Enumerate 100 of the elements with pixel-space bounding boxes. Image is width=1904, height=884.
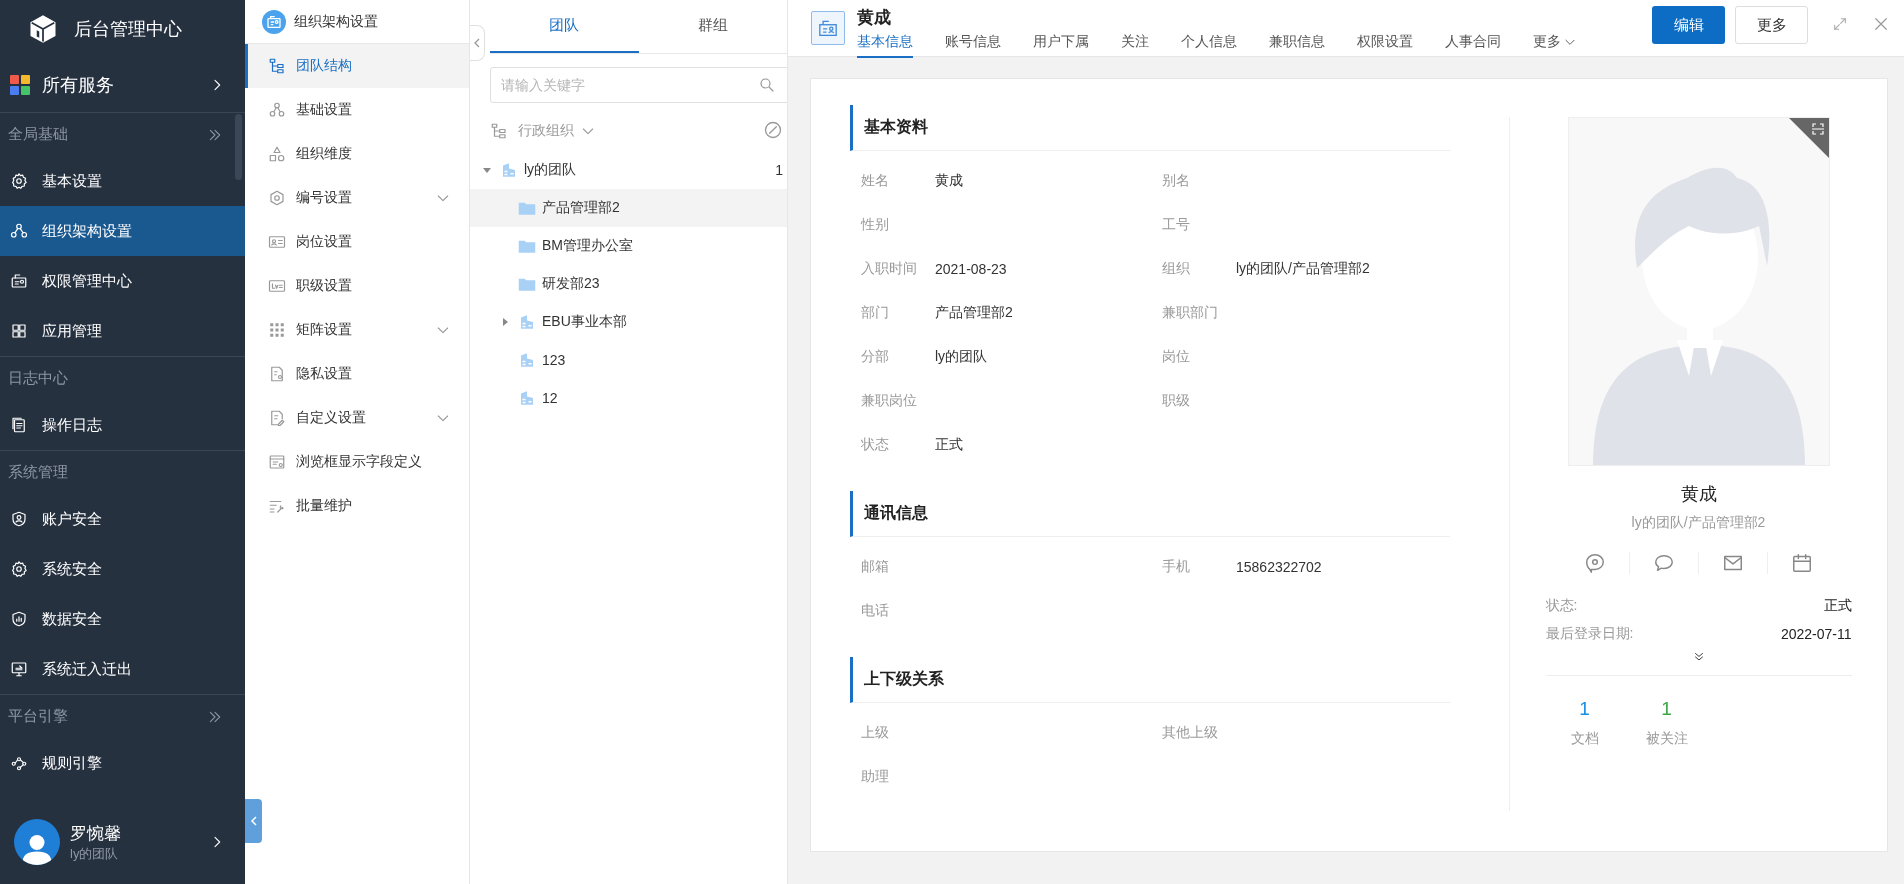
id-card-icon	[10, 272, 28, 290]
field-label: 手机	[1162, 558, 1191, 576]
detail-tab[interactable]: 账号信息	[945, 33, 1001, 58]
stat-count[interactable]: 1	[1579, 698, 1590, 720]
tree-node[interactable]: 123	[470, 341, 787, 379]
detail-tab[interactable]: 用户下属	[1033, 33, 1089, 58]
shield-chart-icon	[10, 610, 28, 628]
field-label: 姓名	[861, 172, 890, 190]
more-tabs-dropdown[interactable]: 更多	[1533, 33, 1577, 58]
document-icon	[268, 365, 286, 383]
more-button[interactable]: 更多	[1735, 6, 1808, 44]
sidebar-item[interactable]: 权限管理中心	[0, 256, 245, 306]
sidebar-item[interactable]: 数据安全	[0, 594, 245, 644]
submenu-item[interactable]: 职级设置	[245, 264, 469, 308]
detail-tab[interactable]: 个人信息	[1181, 33, 1237, 58]
tree-node[interactable]: 产品管理部2	[470, 189, 787, 227]
tree-node[interactable]: ly的团队 1	[470, 151, 787, 189]
sidebar-item[interactable]: 账户安全	[0, 494, 245, 544]
field-label: 工号	[1162, 216, 1191, 234]
grid-icon	[268, 321, 286, 339]
gear-icon	[10, 172, 28, 190]
panel-tab[interactable]: 群组	[638, 0, 787, 53]
submenu-item[interactable]: 隐私设置	[245, 352, 469, 396]
sidebar-item[interactable]: 系统安全	[0, 544, 245, 594]
tree-node[interactable]: BM管理办公室	[470, 227, 787, 265]
id-card-icon	[268, 233, 286, 251]
chevron-left-icon	[473, 37, 481, 49]
sidebar-item[interactable]: 系统迁入迁出	[0, 644, 245, 694]
submenu-item[interactable]: 团队结构	[245, 44, 469, 88]
submenu-item[interactable]: 自定义设置	[245, 396, 469, 440]
cube-logo-icon	[28, 14, 58, 44]
monitor-icon	[10, 660, 28, 678]
gear-icon	[10, 560, 28, 578]
field-label: 兼职岗位	[861, 392, 918, 410]
document-edit-icon	[268, 409, 286, 427]
nodes-icon	[10, 754, 28, 772]
chevron-left-icon	[248, 815, 259, 827]
info-label: 最后登录日期:	[1545, 625, 1634, 643]
tree-node[interactable]: 研发部23	[470, 265, 787, 303]
chat-bubble-icon	[1584, 552, 1606, 574]
hexagon-icon	[268, 189, 286, 207]
search-field[interactable]: 请输入关键字	[490, 67, 787, 103]
field-label: 兼职部门	[1162, 304, 1219, 322]
section-heading: 系统管理	[8, 463, 68, 482]
speech-bubble-icon	[1653, 552, 1675, 574]
tree-node[interactable]: 12	[470, 379, 787, 417]
calendar-icon	[1791, 552, 1813, 574]
submenu-item[interactable]: 组织维度	[245, 132, 469, 176]
member-count: 1	[775, 162, 783, 178]
submenu-title: 组织架构设置	[294, 12, 378, 31]
field-value: 2021-08-23	[935, 261, 1007, 277]
section-title: 通讯信息	[864, 503, 928, 523]
profile-org: ly的团队/产品管理部2	[1631, 514, 1766, 532]
field-label: 状态	[861, 436, 890, 454]
user-profile-button[interactable]: 罗惋馨 ly的团队	[0, 808, 245, 884]
edit-button[interactable]: 编辑	[1652, 6, 1725, 44]
detail-tab[interactable]: 兼职信息	[1269, 33, 1325, 58]
all-services-button[interactable]: 所有服务	[0, 58, 245, 113]
panel-tab[interactable]: 团队	[490, 0, 639, 53]
section-heading: 平台引擎	[8, 707, 68, 726]
sidebar-item[interactable]: 基本设置	[0, 156, 245, 206]
submenu-item[interactable]: 浏览框显示字段定义	[245, 440, 469, 484]
person-name: 黄成	[857, 7, 892, 29]
sidebar-item[interactable]: 规则引擎	[0, 738, 245, 788]
sidebar-item[interactable]: 应用管理	[0, 306, 245, 356]
detail-tab[interactable]: 关注	[1121, 33, 1149, 58]
field-value: ly的团队/产品管理部2	[1236, 260, 1370, 278]
field-label: 部门	[861, 304, 890, 322]
hierarchy-icon	[268, 101, 286, 119]
collapse-sidebar-button[interactable]	[245, 799, 262, 843]
scan-corner-icon[interactable]	[1788, 118, 1829, 158]
submenu-item[interactable]: 编号设置	[245, 176, 469, 220]
sidebar-item[interactable]: 操作日志	[0, 400, 245, 450]
folder-icon	[518, 238, 536, 254]
section-heading: 日志中心	[8, 369, 68, 388]
colored-squares-icon	[10, 75, 30, 95]
profile-name: 黄成	[1680, 483, 1717, 506]
stat-label: 文档	[1570, 730, 1599, 748]
detail-tab[interactable]: 人事合同	[1445, 33, 1501, 58]
id-card-icon	[811, 11, 845, 45]
search-icon	[758, 76, 776, 94]
document-icon	[10, 416, 28, 434]
app-title: 后台管理中心	[74, 18, 182, 41]
submenu-item[interactable]: 矩阵设置	[245, 308, 469, 352]
detail-tab[interactable]: 基本信息	[857, 33, 913, 58]
shapes-icon	[268, 145, 286, 163]
field-label: 入职时间	[861, 260, 918, 278]
detail-tab[interactable]: 权限设置	[1357, 33, 1413, 58]
field-label: 电话	[861, 602, 890, 620]
tree-node[interactable]: EBU事业本部	[470, 303, 787, 341]
sidebar-item[interactable]: 组织架构设置	[0, 206, 245, 256]
org-chart-icon	[10, 222, 28, 240]
section-title: 上下级关系	[864, 669, 944, 689]
field-label: 别名	[1162, 172, 1191, 190]
submenu-item[interactable]: 基础设置	[245, 88, 469, 132]
field-label: 邮箱	[861, 558, 890, 576]
field-label: 其他上级	[1162, 724, 1219, 742]
submenu-item[interactable]: 岗位设置	[245, 220, 469, 264]
scrollbar-thumb[interactable]	[235, 114, 242, 180]
submenu-item[interactable]: 批量维护	[245, 484, 469, 528]
